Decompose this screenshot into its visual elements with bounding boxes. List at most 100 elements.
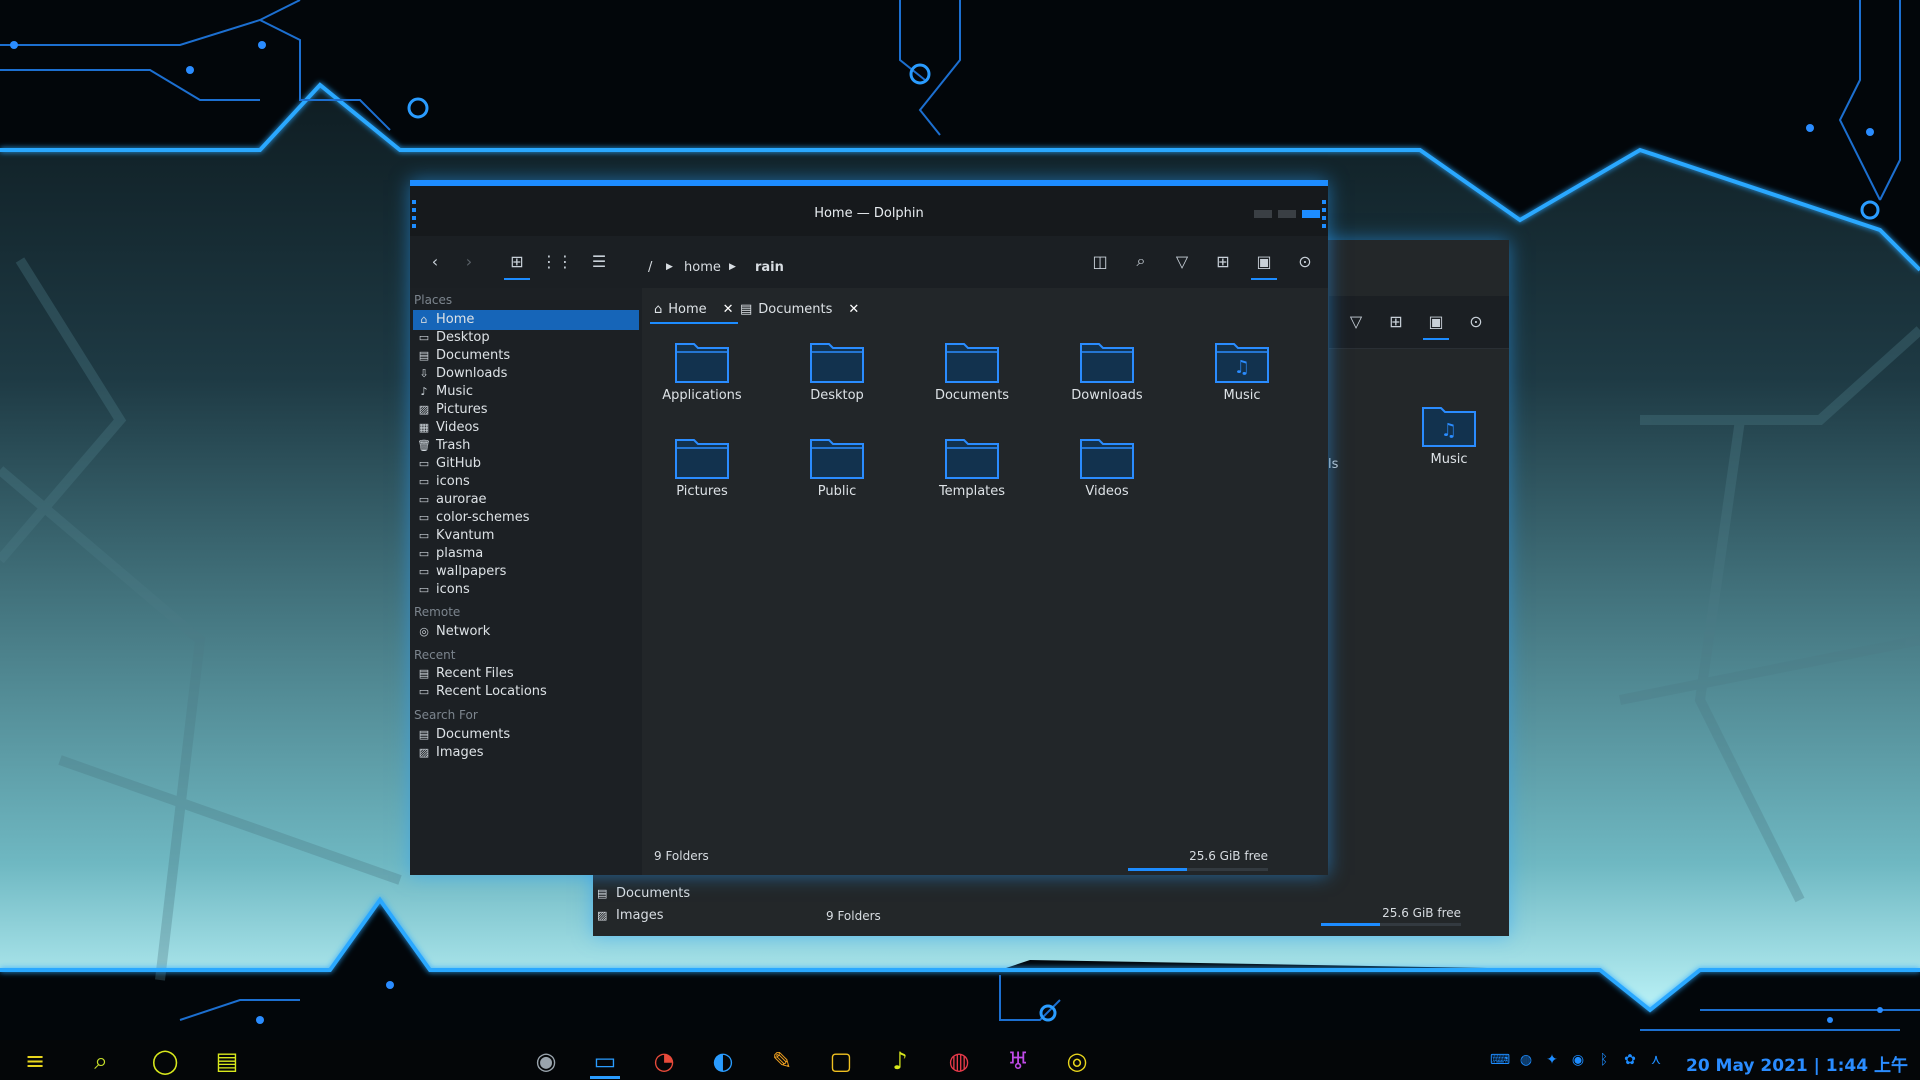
dolphin-icon[interactable]: ▭ [590, 1046, 620, 1076]
back-partial-label: ls [1328, 457, 1339, 472]
circle-icon[interactable]: ◯ [150, 1046, 180, 1076]
compact-view-icon[interactable]: ⋮⋮ [541, 246, 573, 276]
sidebar-item-desktop[interactable]: ▭ Desktop [413, 328, 639, 348]
folder-label: Documents [934, 388, 1010, 403]
chat-app-icon[interactable]: ◎ [1062, 1046, 1092, 1076]
sidebar-item-documents[interactable]: ▤ Documents [413, 346, 639, 366]
file-view[interactable]: ⌂ Home ✕ ▤ Documents ✕ Applications Deskt… [642, 288, 1328, 875]
folder-public[interactable]: Public [777, 432, 897, 499]
status-free-space: 25.6 GiB free [1189, 849, 1268, 863]
document-icon: ▤ [418, 349, 430, 362]
folder-label: Music [1223, 388, 1261, 403]
back-free-bar-fill [1321, 923, 1380, 926]
arrow-up-icon[interactable]: ⋏ [1648, 1052, 1664, 1068]
network-sensor-icon[interactable]: ✦ [1544, 1052, 1560, 1068]
screenshot-app-icon[interactable]: ◉ [531, 1046, 561, 1076]
preview-icon[interactable]: ▣ [1249, 246, 1279, 280]
search-icon[interactable]: ⌕ [86, 1046, 116, 1076]
free-space-bar-fill [1128, 868, 1187, 871]
dolphin-window[interactable]: Home — Dolphin ‹ › ⊞ ⋮⋮ ☰ / ▶ home ▶ rai… [410, 180, 1328, 875]
back-folder-music[interactable]: ♫ Music [1389, 400, 1509, 467]
folder-videos[interactable]: Videos [1047, 432, 1167, 499]
video-icon: ▦ [418, 421, 430, 434]
settings-icon[interactable]: ✿ [1622, 1052, 1638, 1068]
sidebar-item-home[interactable]: ⌂ Home [413, 310, 639, 330]
breadcrumb-root[interactable]: / [648, 260, 652, 275]
folder-downloads[interactable]: Downloads [1047, 336, 1167, 403]
minimize-button[interactable] [1254, 210, 1272, 218]
back-arrow-icon[interactable]: ‹ [420, 246, 450, 276]
sidebar-item-label: color-schemes [436, 510, 530, 525]
filter-icon[interactable]: ▽ [1341, 306, 1371, 336]
sidebar-item-network[interactable]: ◎ Network [413, 622, 639, 642]
search-icon[interactable]: ⌕ [1126, 246, 1156, 276]
breadcrumb-home[interactable]: home [684, 260, 721, 275]
folder-desktop[interactable]: Desktop [777, 336, 897, 403]
filter-icon[interactable]: ▽ [1167, 246, 1197, 276]
icons-view-icon[interactable]: ⊞ [502, 246, 532, 280]
free-space-bar [1128, 868, 1268, 871]
music-app-icon[interactable]: ◍ [944, 1046, 974, 1076]
clipboard-icon[interactable]: ◉ [1570, 1052, 1586, 1068]
sidebar-item-color-schemes[interactable]: ▭ color-schemes [413, 508, 639, 528]
folder-applications[interactable]: Applications [642, 336, 762, 403]
edge-icon[interactable]: ◐ [708, 1046, 738, 1076]
sidebar-item-pictures[interactable]: ▨ Pictures [413, 400, 639, 420]
krita-icon[interactable]: ✎ [767, 1046, 797, 1076]
sidebar-item-kvantum[interactable]: ▭ Kvantum [413, 526, 639, 546]
breadcrumb-current[interactable]: rain [755, 260, 784, 275]
sidebar-item-github[interactable]: ▭ GitHub [413, 454, 639, 474]
folder-music[interactable]: ♫ Music [1182, 336, 1302, 403]
svg-text:♫: ♫ [1234, 357, 1250, 378]
sidebar-item-recent-locations[interactable]: ▭ Recent Locations [413, 682, 639, 702]
folder-documents[interactable]: Documents [912, 336, 1032, 403]
folder-icon: ▭ [418, 565, 430, 578]
firefox-icon[interactable]: ◔ [649, 1046, 679, 1076]
sidebar-item-trash[interactable]: 🗑 Trash [413, 436, 639, 456]
sidebar-item-documents[interactable]: ▤ Documents [413, 725, 639, 745]
bluetooth-icon[interactable]: ᛒ [1596, 1052, 1612, 1068]
folder-label: Music [1430, 452, 1468, 467]
tab-documents[interactable]: ▤ Documents ✕ [740, 298, 859, 320]
spotify-icon[interactable]: ♪ [885, 1046, 915, 1076]
sidebar-item-images[interactable]: ▨ Images [413, 743, 639, 763]
title-bar[interactable]: Home — Dolphin [410, 180, 1328, 242]
folder-templates[interactable]: Templates [912, 432, 1032, 499]
sidebar-item-plasma[interactable]: ▭ plasma [413, 544, 639, 564]
sidebar-item-icons[interactable]: ▭ icons [413, 580, 639, 600]
sidebar-item-music[interactable]: ♪ Music [413, 382, 639, 402]
git-app-icon[interactable]: ♅ [1003, 1046, 1033, 1076]
app-menu-icon[interactable]: ≡ [20, 1046, 50, 1076]
store-icon[interactable]: ▢ [826, 1046, 856, 1076]
close-tab-icon[interactable]: ✕ [848, 302, 859, 317]
sidebar-item-aurorae[interactable]: ▭ aurorae [413, 490, 639, 510]
keyboard-icon[interactable]: ⌨ [1490, 1052, 1510, 1068]
sidebar-item-downloads[interactable]: ⇩ Downloads [413, 364, 639, 384]
split-view-icon[interactable]: ◫ [1085, 246, 1115, 276]
clock[interactable]: 20 May 2021 | 1:44 上午 [1686, 1051, 1908, 1076]
preview-icon[interactable]: ▣ [1421, 306, 1451, 340]
details-view-icon[interactable]: ☰ [584, 246, 614, 276]
more-icon[interactable]: ⊙ [1290, 246, 1320, 276]
back-search-documents[interactable]: ▤ Documents [597, 886, 690, 901]
sidebar-item-wallpapers[interactable]: ▭ wallpapers [413, 562, 639, 582]
grid-view-icon[interactable]: ⊞ [1381, 306, 1411, 336]
document-icon: ▤ [740, 301, 753, 317]
tab-home[interactable]: ⌂ Home ✕ [650, 298, 738, 324]
folder-pictures[interactable]: Pictures [642, 432, 762, 499]
sidebar-item-label: wallpapers [436, 564, 507, 579]
sidebar-item-icons[interactable]: ▭ icons [413, 472, 639, 492]
back-search-images[interactable]: ▨ Images [597, 908, 664, 923]
window-overview-icon[interactable]: ▤ [212, 1046, 242, 1076]
back-status-folders: 9 Folders [826, 909, 881, 923]
more-icon[interactable]: ⊙ [1461, 306, 1491, 336]
maximize-button[interactable] [1278, 210, 1296, 218]
close-tab-icon[interactable]: ✕ [723, 302, 734, 317]
close-button[interactable] [1302, 210, 1320, 218]
sidebar-item-recent-files[interactable]: ▤ Recent Files [413, 664, 639, 684]
active-task-indicator [590, 1076, 620, 1079]
sidebar-item-videos[interactable]: ▦ Videos [413, 418, 639, 438]
notification-icon[interactable]: ◍ [1518, 1052, 1534, 1068]
grid-view-icon[interactable]: ⊞ [1208, 246, 1238, 276]
forward-arrow-icon[interactable]: › [454, 246, 484, 276]
